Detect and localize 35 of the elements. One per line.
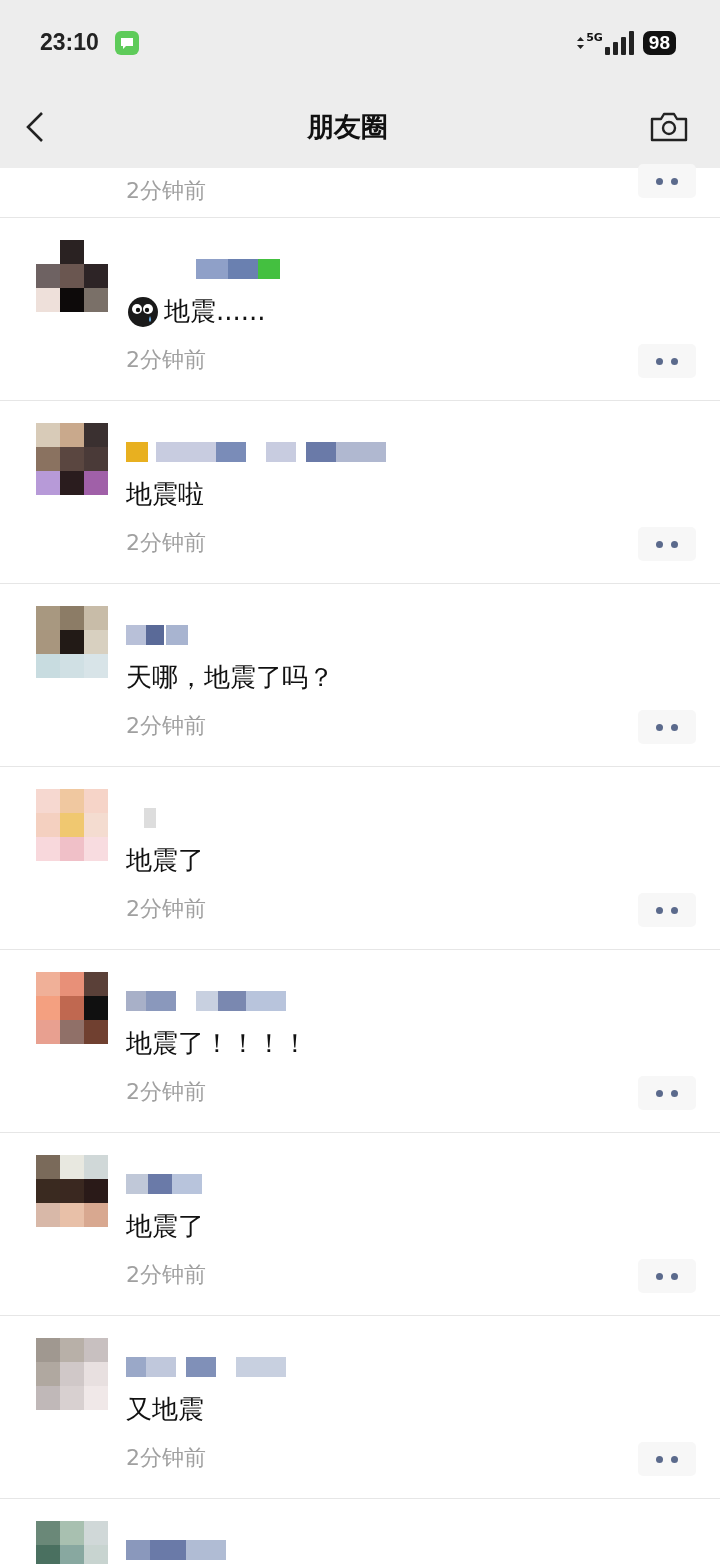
- post-text: 地震了: [126, 1210, 204, 1243]
- blurred-name-drawing: [126, 625, 188, 645]
- post-time: 2分钟前: [126, 1261, 206, 1289]
- more-button[interactable]: [638, 1442, 696, 1476]
- post-text: 地震了！！！！: [126, 1027, 308, 1060]
- post-time: 2分钟前: [126, 895, 206, 923]
- more-button[interactable]: [638, 893, 696, 927]
- more-button[interactable]: [638, 164, 696, 198]
- battery-level: 98: [642, 30, 676, 55]
- post-time: 2分钟前: [126, 178, 206, 204]
- more-button[interactable]: [638, 1259, 696, 1293]
- message-icon: [114, 30, 139, 55]
- status-time: 23:10: [40, 29, 99, 56]
- signal-icon: [604, 30, 635, 55]
- post-time: 2分钟前: [126, 529, 206, 557]
- more-button[interactable]: [638, 1076, 696, 1110]
- data-arrows-icon: [577, 36, 585, 49]
- post-time: 2分钟前: [126, 1078, 206, 1106]
- post-text: 地震啦: [126, 478, 204, 511]
- post-text: 又地震: [126, 1393, 204, 1426]
- crying-face-icon: [126, 294, 160, 328]
- post-text: 地震了: [126, 844, 204, 877]
- post-time: 2分钟前: [126, 346, 206, 374]
- post-text: 天哪，地震了吗？: [126, 661, 334, 694]
- post-time: 2分钟前: [126, 1444, 206, 1472]
- network-type: 5G: [586, 31, 603, 44]
- more-button[interactable]: [638, 710, 696, 744]
- more-button[interactable]: [638, 527, 696, 561]
- more-button[interactable]: [638, 344, 696, 378]
- camera-icon[interactable]: [650, 111, 688, 142]
- page-title: 朋友圈: [306, 109, 388, 144]
- back-icon[interactable]: [26, 110, 44, 143]
- post-text: 地震......: [164, 295, 266, 328]
- blurred-name-drawing: [144, 808, 156, 828]
- post-time: 2分钟前: [126, 712, 206, 740]
